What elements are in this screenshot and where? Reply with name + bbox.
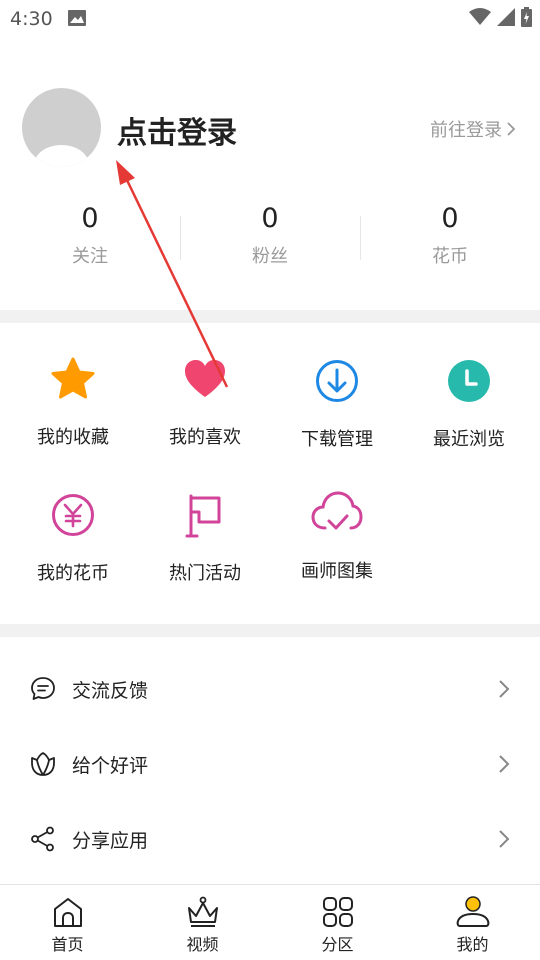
stat-following[interactable]: 0 关注 — [0, 200, 180, 280]
grid-label: 最近浏览 — [433, 429, 505, 450]
yen-icon — [52, 494, 94, 536]
nav-label: 首页 — [51, 935, 84, 954]
grid-item-coins[interactable]: 我的花币 — [7, 489, 139, 585]
flower-icon — [31, 752, 55, 776]
cloud-check-icon — [311, 491, 363, 530]
list-label: 给个好评 — [72, 754, 149, 777]
stat-value: 0 — [261, 203, 279, 234]
list-label: 分享应用 — [72, 829, 149, 852]
stat-value: 0 — [441, 203, 459, 234]
grid-item-recent[interactable]: 最近浏览 — [403, 355, 535, 451]
chevron-right-icon — [499, 755, 510, 773]
grid-label: 画师图集 — [301, 561, 373, 582]
stat-divider — [360, 216, 361, 260]
stat-divider — [180, 216, 181, 260]
chevron-right-icon — [499, 680, 510, 698]
clock-icon — [448, 360, 490, 402]
goto-login-link[interactable]: 前往登录 — [430, 116, 516, 142]
stat-coins[interactable]: 0 花币 — [360, 200, 540, 280]
nav-item-categories[interactable]: 分区 — [270, 885, 405, 960]
grid-label: 热门活动 — [169, 563, 241, 584]
bottom-nav: 首页 视频 分区 我的 — [0, 884, 540, 960]
nav-label: 我的 — [456, 935, 489, 954]
stat-label: 花币 — [432, 246, 468, 267]
stat-fans[interactable]: 0 粉丝 — [180, 200, 360, 280]
grid-item-artist-gallery[interactable]: 画师图集 — [271, 487, 403, 583]
avatar[interactable] — [22, 88, 101, 167]
grid-item-downloads[interactable]: 下载管理 — [271, 355, 403, 451]
nav-item-video[interactable]: 视频 — [135, 885, 270, 960]
stat-label: 关注 — [72, 246, 108, 267]
section-divider — [0, 310, 540, 323]
crown-icon — [187, 896, 218, 927]
chevron-right-icon — [499, 830, 510, 848]
list-item-rate-app[interactable]: 给个好评 — [0, 734, 540, 794]
stats-row: 0 关注 0 粉丝 0 花币 — [0, 200, 540, 280]
grid-label: 我的收藏 — [37, 427, 109, 448]
home-icon — [53, 898, 82, 927]
feature-grid: 我的收藏 我的喜欢 下载管理 最近浏览 我的花币 热门活动 画师图集 — [0, 323, 540, 623]
battery-icon — [521, 7, 532, 27]
list-item-feedback[interactable]: 交流反馈 — [0, 659, 540, 719]
section-divider — [0, 624, 540, 637]
grid-icon — [322, 897, 353, 927]
flag-icon — [185, 494, 221, 538]
nav-label: 分区 — [321, 935, 354, 954]
image-notification-icon — [68, 10, 86, 30]
grid-item-events[interactable]: 热门活动 — [139, 489, 271, 585]
nav-item-me[interactable]: 我的 — [405, 885, 540, 960]
login-title[interactable]: 点击登录 — [117, 108, 237, 152]
status-bar: 4:30 — [0, 0, 540, 36]
list-label: 交流反馈 — [72, 679, 149, 702]
signal-icon — [497, 8, 515, 26]
grid-label: 我的花币 — [37, 563, 109, 584]
grid-label: 我的喜欢 — [169, 427, 241, 448]
goto-login-label: 前往登录 — [430, 120, 502, 141]
grid-item-favorites[interactable]: 我的收藏 — [7, 353, 139, 449]
heart-icon — [185, 360, 225, 397]
star-icon — [51, 357, 95, 399]
list-item-share[interactable]: 分享应用 — [0, 809, 540, 869]
status-time: 4:30 — [10, 8, 53, 30]
profile-header: 点击登录 前往登录 — [0, 86, 540, 176]
nav-item-home[interactable]: 首页 — [0, 885, 135, 960]
status-indicators — [469, 7, 532, 27]
grid-label: 下载管理 — [301, 429, 373, 450]
stat-label: 粉丝 — [252, 246, 288, 267]
grid-item-likes[interactable]: 我的喜欢 — [139, 353, 271, 449]
chevron-right-icon — [507, 122, 516, 136]
share-icon — [31, 826, 54, 852]
wifi-icon — [469, 8, 491, 25]
nav-label: 视频 — [186, 935, 219, 954]
profile-icon — [456, 896, 489, 927]
stat-value: 0 — [81, 203, 99, 234]
download-icon — [316, 360, 358, 402]
chat-icon — [31, 677, 55, 700]
